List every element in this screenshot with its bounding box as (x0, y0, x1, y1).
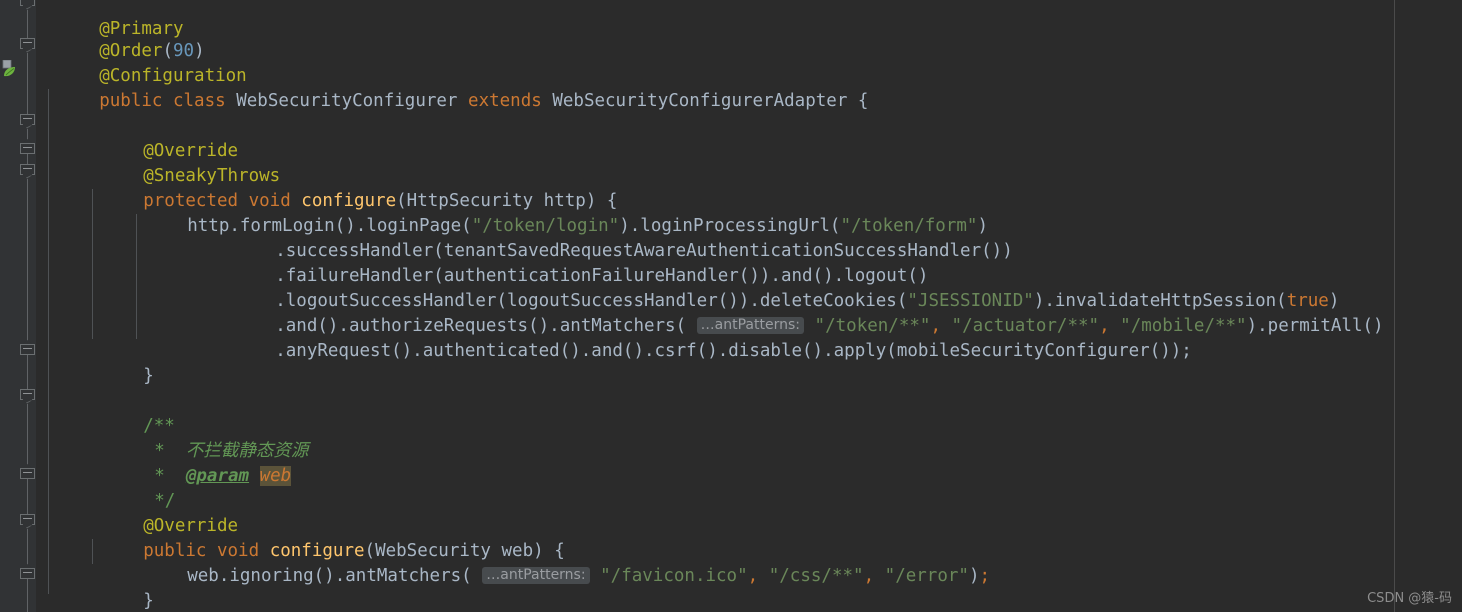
fold-marker-collapse[interactable] (20, 164, 35, 179)
code-line: public void configure(WebSecurity web) { (80, 514, 565, 561)
code-line: .anyRequest().authenticated().and().csrf… (212, 314, 1192, 361)
inlay-hint-antpatterns[interactable]: …antPatterns: (482, 567, 590, 584)
class-name: WebSecurityConfigurer (236, 91, 458, 111)
code-line: */ (91, 464, 175, 511)
chain-permitall: ).permitAll() (1246, 316, 1384, 336)
string-favicon: "/favicon.ico" (600, 566, 748, 586)
comma: , (863, 566, 875, 586)
fold-marker-expand[interactable] (20, 340, 35, 355)
watermark: CSDN @猿-码 (1367, 591, 1452, 606)
right-margin-guide (1394, 0, 1395, 612)
indent-guide (48, 89, 49, 364)
keyword-extends: extends (468, 91, 542, 111)
code-line: /** (80, 389, 175, 436)
javadoc-param-name: web (259, 466, 292, 486)
string-error: "/error" (884, 566, 969, 586)
code-line: } (80, 564, 154, 611)
brace-open: { (857, 91, 869, 111)
code-line: * @param web (91, 439, 292, 486)
fold-marker-collapse[interactable] (20, 0, 35, 10)
code-line: @Order(90) (36, 14, 204, 61)
chain-anyrequest: .anyRequest().authenticated().and().csrf… (275, 341, 1192, 361)
code-line: .logoutSuccessHandler(logoutSuccessHandl… (212, 264, 1339, 311)
fold-marker-collapse[interactable] (20, 114, 35, 129)
keyword-class: class (172, 91, 226, 111)
fold-marker-collapse[interactable] (20, 389, 35, 404)
indent-guide (92, 539, 93, 564)
fold-marker-expand[interactable] (20, 464, 35, 479)
code-line: * 不拦截静态资源 (91, 414, 308, 461)
code-line: web.ignoring().antMatchers( …antPatterns… (124, 539, 990, 586)
fold-marker-collapse[interactable] (20, 38, 35, 53)
code-line: .and().authorizeRequests().antMatchers( … (212, 289, 1383, 336)
code-line: .successHandler(tenantSavedRequestAwareA… (212, 214, 1013, 261)
code-line: .failureHandler(authenticationFailureHan… (212, 239, 928, 286)
code-line: @Override (80, 114, 238, 161)
fold-marker-expand[interactable] (20, 139, 35, 154)
indent-guide (136, 214, 137, 339)
javadoc-param-tag: @param (185, 466, 250, 486)
code-line: public class WebSecurityConfigurer exten… (36, 64, 868, 111)
semicolon: ; (979, 566, 991, 586)
editor-gutter[interactable] (0, 0, 36, 612)
code-line: } (80, 339, 154, 386)
code-line: http.formLogin().loginPage("/token/login… (124, 189, 988, 236)
code-line: protected void configure(HttpSecurity ht… (80, 164, 617, 211)
spring-bean-icon[interactable] (2, 59, 20, 78)
brace-close: } (143, 366, 154, 386)
fold-marker-collapse[interactable] (20, 514, 35, 529)
brace-close: } (143, 591, 154, 611)
superclass-name: WebSecurityConfigurerAdapter (552, 91, 848, 111)
code-content[interactable]: @Primary @Order(90) @Configuration publi… (36, 0, 1462, 612)
code-line: @Override (80, 489, 238, 536)
indent-guide (92, 189, 93, 339)
chain-ignoring: web.ignoring().antMatchers( (187, 566, 472, 586)
indent-guide (48, 364, 49, 594)
code-editor[interactable]: @Primary @Order(90) @Configuration publi… (0, 0, 1462, 612)
code-line: @Configuration (36, 39, 247, 86)
paren-close: ) (968, 566, 980, 586)
keyword-public: public (99, 91, 163, 111)
string-css-ant: "/css/**" (768, 566, 864, 586)
fold-marker-expand[interactable] (20, 564, 35, 579)
code-line: @SneakyThrows (80, 139, 280, 186)
comma: , (747, 566, 759, 586)
